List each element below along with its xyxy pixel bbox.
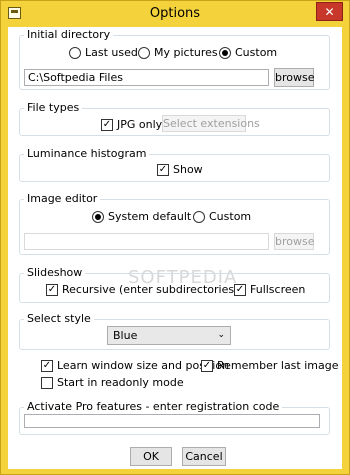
initial-directory-group: Initial directory Last used My pictures … [19, 28, 330, 90]
radio-label: Last used [85, 46, 138, 59]
select-extensions-button[interactable]: Select extensions [162, 115, 260, 132]
options-window: Options ✕ SOFTPEDIA Initial directory La… [0, 0, 350, 475]
check-icon: ✓ [157, 164, 169, 176]
window-title: Options [149, 6, 201, 21]
close-icon: ✕ [324, 5, 335, 19]
image-editor-browse-button[interactable]: browse [274, 233, 315, 250]
image-editor-path-input[interactable] [24, 233, 269, 250]
chevron-down-icon: ⌄ [217, 330, 225, 340]
file-types-group: File types ✓ JPG only Select extensions [19, 101, 330, 136]
radio-dot [69, 47, 81, 59]
checkbox-label: JPG only [117, 118, 163, 131]
radio-label: My pictures [154, 46, 218, 59]
dialog-client-area: SOFTPEDIA Initial directory Last used My… [8, 27, 342, 469]
check-icon: ✓ [46, 284, 58, 296]
readonly-mode-checkbox[interactable]: Start in readonly mode [41, 376, 184, 390]
style-select[interactable]: Blue ⌄ [107, 326, 231, 345]
radio-system-default[interactable]: System default [92, 210, 191, 224]
remember-last-image-checkbox[interactable]: ✓ Remember last image [201, 359, 338, 373]
ok-button[interactable]: OK [130, 447, 172, 466]
file-types-legend: File types [24, 101, 83, 115]
check-icon: ✓ [234, 284, 246, 296]
jpg-only-checkbox[interactable]: ✓ JPG only [101, 118, 162, 132]
radio-label: System default [108, 210, 192, 223]
radio-label: Custom [209, 210, 252, 223]
select-style-legend: Select style [24, 312, 94, 326]
cancel-button[interactable]: Cancel [182, 447, 226, 466]
checkbox-label: Fullscreen [250, 283, 306, 296]
style-select-value: Blue [113, 329, 138, 342]
show-histogram-checkbox[interactable]: ✓ Show [157, 163, 203, 177]
luminance-histogram-group: Luminance histogram ✓ Show [19, 147, 330, 182]
pro-features-group: Activate Pro features - enter registrati… [19, 400, 330, 435]
slideshow-group: Slideshow ✓ Recursive (enter subdirector… [19, 266, 330, 303]
radio-dot-selected [92, 211, 104, 223]
close-button[interactable]: ✕ [316, 2, 343, 21]
radio-dot [138, 47, 150, 59]
checkbox-label: Recursive (enter subdirectories) [62, 283, 239, 296]
radio-label: Custom [235, 46, 278, 59]
checkbox-label: Start in readonly mode [57, 376, 184, 389]
checkbox-label: Show [173, 163, 203, 176]
fullscreen-checkbox[interactable]: ✓ Fullscreen [234, 283, 305, 297]
radio-dot [193, 211, 205, 223]
luminance-histogram-legend: Luminance histogram [24, 147, 150, 161]
initial-directory-legend: Initial directory [24, 28, 114, 42]
select-style-group: Select style Blue ⌄ [19, 312, 330, 350]
check-icon: ✓ [201, 360, 213, 372]
pro-features-legend: Activate Pro features - enter registrati… [24, 400, 283, 414]
image-editor-legend: Image editor [24, 192, 101, 206]
title-bar[interactable]: Options ✕ [1, 1, 349, 27]
checkbox-label: Remember last image [217, 359, 339, 372]
initial-directory-browse-button[interactable]: browse [274, 68, 315, 87]
check-icon: ✓ [41, 360, 53, 372]
recursive-checkbox[interactable]: ✓ Recursive (enter subdirectories) [46, 283, 238, 297]
image-editor-group: Image editor System default Custom brows… [19, 192, 330, 255]
radio-custom-editor[interactable]: Custom [193, 210, 251, 224]
radio-dot-selected [219, 47, 231, 59]
slideshow-legend: Slideshow [24, 266, 86, 280]
check-icon: ✓ [101, 119, 113, 131]
radio-custom-directory[interactable]: Custom [219, 46, 277, 60]
radio-last-used[interactable]: Last used [69, 46, 138, 60]
checkbox-empty-box [41, 377, 53, 389]
initial-directory-path-input[interactable]: C:\Softpedia Files [24, 69, 269, 86]
radio-my-pictures[interactable]: My pictures [138, 46, 218, 60]
registration-code-input[interactable] [24, 414, 320, 428]
